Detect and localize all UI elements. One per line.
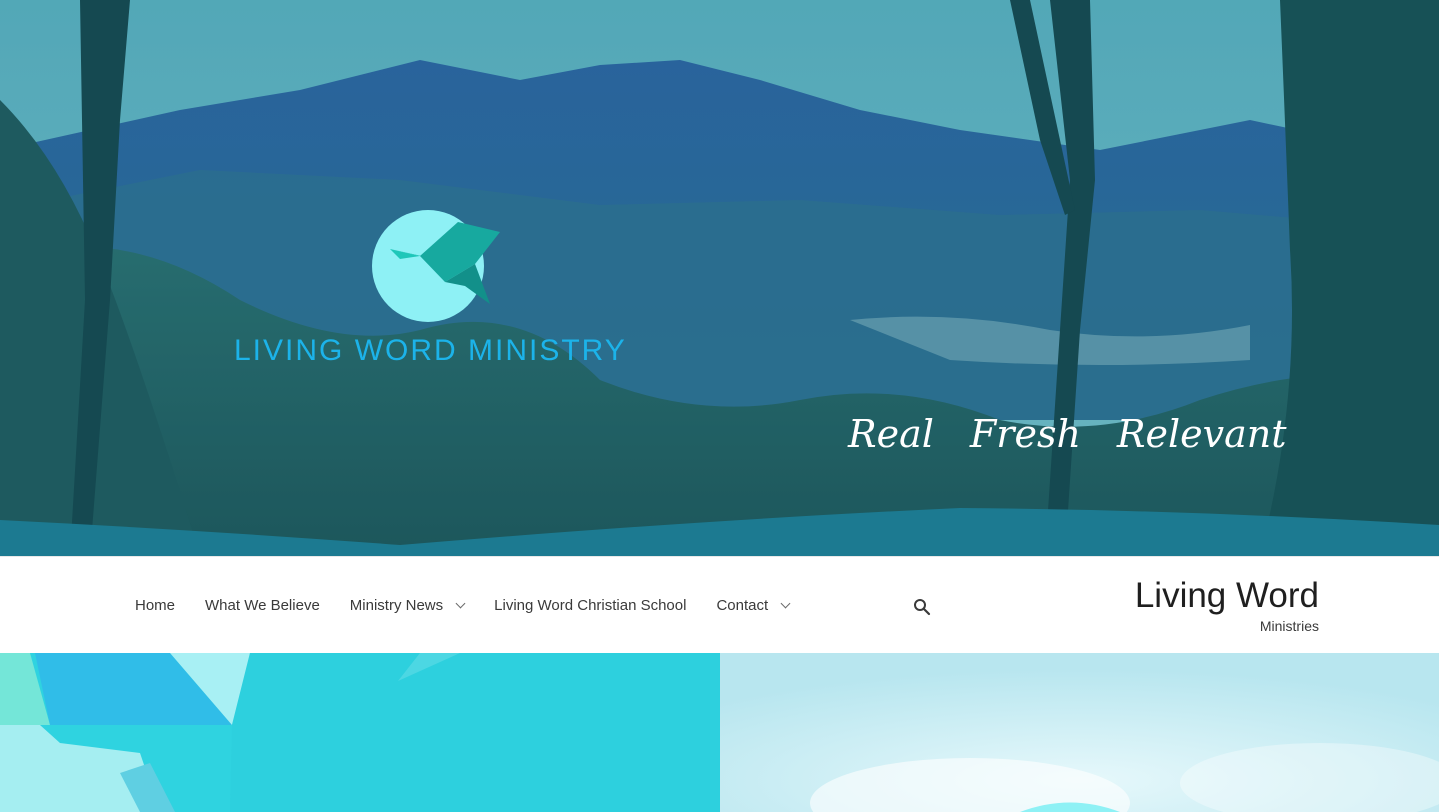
- nav-item-living-word-christian-school[interactable]: Living Word Christian School: [494, 597, 686, 614]
- site-title: Living Word: [1134, 576, 1319, 615]
- nav-item-label: Ministry News: [349, 597, 444, 614]
- hero-background-image: [0, 0, 1439, 556]
- chevron-down-icon: [455, 598, 466, 609]
- nav-item-label: Contact: [716, 597, 769, 614]
- tagline-separator: [1097, 409, 1101, 459]
- sky-background-image: [720, 653, 1439, 812]
- feature-panel-left: [0, 653, 720, 812]
- dove-logo-icon: [372, 210, 500, 322]
- nav-item-home[interactable]: Home: [135, 597, 175, 614]
- primary-navigation-bar: Home What We Believe Ministry News Livin…: [0, 556, 1439, 653]
- hero-banner: LIVING WORD MINISTRY Real Fresh Relevant: [0, 0, 1439, 556]
- hero-tagline: Real Fresh Relevant: [848, 404, 1287, 464]
- search-icon: [914, 599, 931, 616]
- tagline-word: Fresh: [969, 412, 1081, 456]
- chevron-down-icon: [780, 598, 791, 609]
- logo-wordmark: LIVING WORD MINISTRY: [234, 334, 627, 367]
- nav-item-ministry-news[interactable]: Ministry News: [349, 597, 466, 614]
- nav-item-label: Home: [135, 597, 176, 614]
- nav-item-label: What We Believe: [205, 597, 320, 614]
- search-button[interactable]: [913, 598, 931, 616]
- tagline-word: Relevant: [1116, 412, 1287, 456]
- nav-item-label: Living Word Christian School: [494, 597, 687, 614]
- nav-item-what-we-believe[interactable]: What We Believe: [205, 597, 320, 614]
- main-menu: Home What We Believe Ministry News Livin…: [135, 557, 819, 654]
- tagline-separator: [950, 409, 954, 459]
- site-tagline: Ministries: [1259, 618, 1319, 634]
- site-title-block[interactable]: Living Word Ministries: [1135, 575, 1319, 635]
- nav-item-contact[interactable]: Contact: [716, 597, 791, 614]
- tagline-word: Real: [848, 412, 934, 456]
- feature-panel-right: [720, 653, 1439, 812]
- geometric-background-image: [0, 653, 720, 812]
- site-logo[interactable]: LIVING WORD MINISTRY: [230, 200, 630, 380]
